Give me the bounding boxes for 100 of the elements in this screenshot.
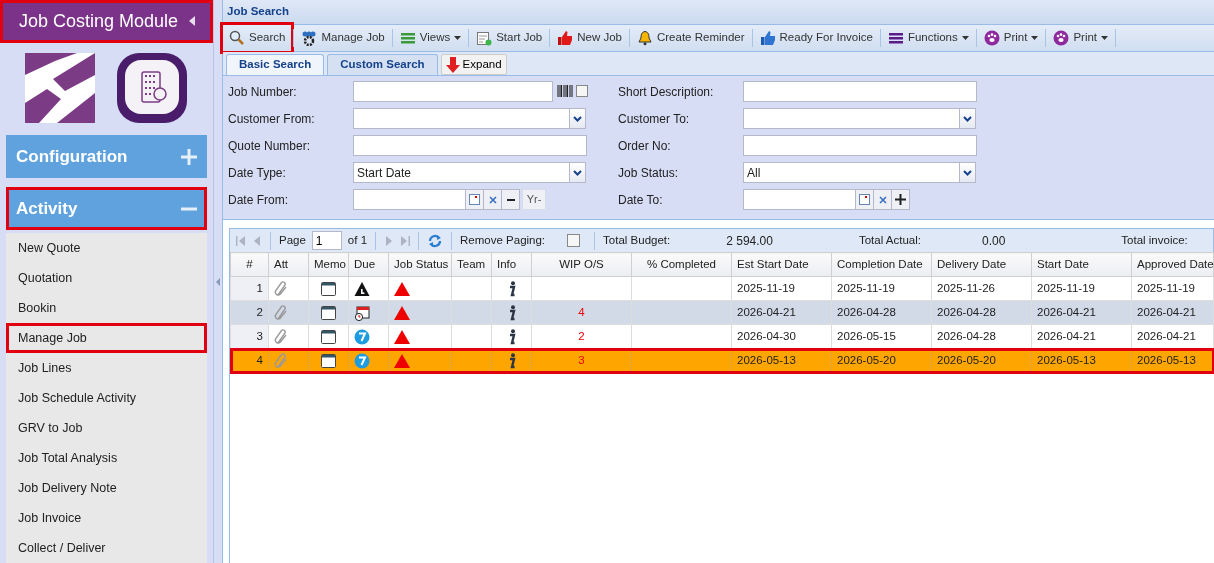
thumbs-up-icon (557, 30, 574, 46)
year-back-button[interactable]: Yr- (522, 189, 546, 210)
column-header[interactable]: Approved Date (1131, 252, 1214, 277)
list-icon (399, 30, 416, 46)
toolbar-button[interactable]: Functions (882, 25, 974, 51)
input-field[interactable] (743, 135, 977, 156)
memo-window-icon[interactable] (321, 305, 336, 320)
input-field[interactable] (353, 81, 553, 102)
toolbar-button[interactable]: Print (1048, 25, 1114, 51)
field-label: Quote Number: (228, 137, 312, 155)
field-label: Customer From: (228, 110, 316, 128)
toolbar-button[interactable]: Views (394, 25, 467, 51)
splitter-handle-icon[interactable] (216, 277, 220, 286)
column-header[interactable]: Memo (308, 252, 349, 277)
paw-icon (1053, 30, 1070, 46)
table-cell: 2025-11-19 (831, 276, 932, 301)
clear-button[interactable] (874, 189, 892, 210)
menu-item[interactable]: GRV to Job (6, 413, 207, 443)
field-label: Job Number: (228, 83, 298, 101)
date-field[interactable] (743, 189, 874, 210)
menu-item[interactable]: New Quote (6, 233, 207, 263)
paperclip-icon[interactable] (274, 328, 288, 345)
info-icon[interactable] (507, 328, 516, 345)
field-label: Order No: (618, 137, 672, 155)
table-cell: 4 (531, 300, 632, 325)
memo-window-icon[interactable] (321, 281, 336, 296)
toolbar-button[interactable]: Ready For Invoice (754, 25, 878, 51)
info-icon[interactable] (507, 280, 516, 297)
column-header[interactable]: % Completed (631, 252, 732, 277)
tab[interactable]: Custom Search (327, 54, 438, 75)
previous-page-icon[interactable] (252, 235, 262, 246)
field-label: Date Type: (228, 164, 287, 182)
menu-item[interactable]: Job Invoice (6, 503, 207, 533)
column-header[interactable]: Start Date (1031, 252, 1132, 277)
total-value: 2 594.00 (726, 232, 773, 250)
paperclip-icon[interactable] (274, 352, 288, 369)
menu-item[interactable]: Job Total Analysis (6, 443, 207, 473)
menu-item[interactable]: Job Schedule Activity (6, 383, 207, 413)
checkbox[interactable] (567, 234, 581, 247)
table-cell: 2025-11-26 (931, 276, 1032, 301)
toolbar-button[interactable]: Create Reminder (632, 25, 750, 51)
toolbar-button[interactable]: Start Job (471, 25, 548, 51)
checkbox[interactable] (576, 85, 588, 97)
calendar-clock-icon (354, 304, 370, 321)
dropdown-field[interactable] (353, 108, 586, 129)
info-icon[interactable] (507, 352, 516, 369)
row-number: 3 (230, 324, 269, 349)
search-icon (229, 30, 245, 46)
first-page-icon[interactable] (236, 235, 246, 246)
clear-button[interactable] (484, 189, 502, 210)
chevron-down-icon (573, 115, 582, 122)
field-label: Customer To: (618, 110, 691, 128)
toolbar-button[interactable]: Print (978, 25, 1044, 51)
memo-window-icon[interactable] (321, 353, 336, 368)
row-number: 4 (230, 348, 269, 373)
row-number: 2 (230, 300, 269, 325)
plus-icon[interactable] (181, 148, 197, 165)
caret-icon (1031, 36, 1039, 40)
date-field[interactable] (353, 189, 484, 210)
column-header[interactable]: Est Start Date (731, 252, 832, 277)
memo-window-icon[interactable] (321, 329, 336, 344)
toolbar-button[interactable]: Search (223, 25, 292, 51)
input-field[interactable] (353, 135, 587, 156)
dropdown-field[interactable] (743, 108, 976, 129)
menu-item[interactable]: Collect / Deliver (6, 533, 207, 563)
menu-item[interactable]: Manage Job (6, 323, 207, 353)
menu-item[interactable]: Job Delivery Note (6, 473, 207, 503)
down-arrow-icon (445, 56, 460, 73)
paperclip-icon[interactable] (274, 304, 288, 321)
column-header[interactable]: Due (348, 252, 389, 277)
paw-icon (983, 30, 1000, 46)
toolbar-button[interactable]: Manage Job (296, 25, 390, 51)
menu-item[interactable]: Quotation (6, 263, 207, 293)
menu-item[interactable]: Bookin (6, 293, 207, 323)
calendar-check-icon (476, 30, 493, 46)
expand-button[interactable]: Expand (440, 54, 507, 75)
column-header[interactable]: Delivery Date (931, 252, 1032, 277)
paperclip-icon[interactable] (274, 280, 288, 297)
column-header[interactable]: Team (451, 252, 492, 277)
refresh-icon[interactable] (427, 232, 444, 249)
collapse-icon[interactable] (188, 15, 196, 28)
minus-button[interactable] (502, 189, 520, 210)
column-header[interactable]: WIP O/S (531, 252, 632, 277)
field-label: Date From: (228, 191, 289, 209)
tab[interactable]: Basic Search (226, 54, 325, 75)
add-button[interactable] (892, 189, 910, 210)
page-number-field[interactable]: 1 (311, 231, 342, 250)
toolbar-button[interactable]: New Job (552, 25, 627, 51)
column-header[interactable]: # (230, 252, 269, 277)
column-header[interactable]: Att (268, 252, 309, 277)
info-icon[interactable] (507, 304, 516, 321)
column-header[interactable]: Info (491, 252, 532, 277)
last-page-icon[interactable] (400, 235, 411, 246)
column-header[interactable]: Completion Date (831, 252, 932, 277)
module-header[interactable]: Job Costing Module (0, 0, 213, 43)
field-label: Job Status: (618, 164, 680, 182)
warning-triangle-icon (394, 281, 410, 296)
column-header[interactable]: Job Status (388, 252, 452, 277)
menu-item[interactable]: Job Lines (6, 353, 207, 383)
input-field[interactable] (743, 81, 977, 102)
